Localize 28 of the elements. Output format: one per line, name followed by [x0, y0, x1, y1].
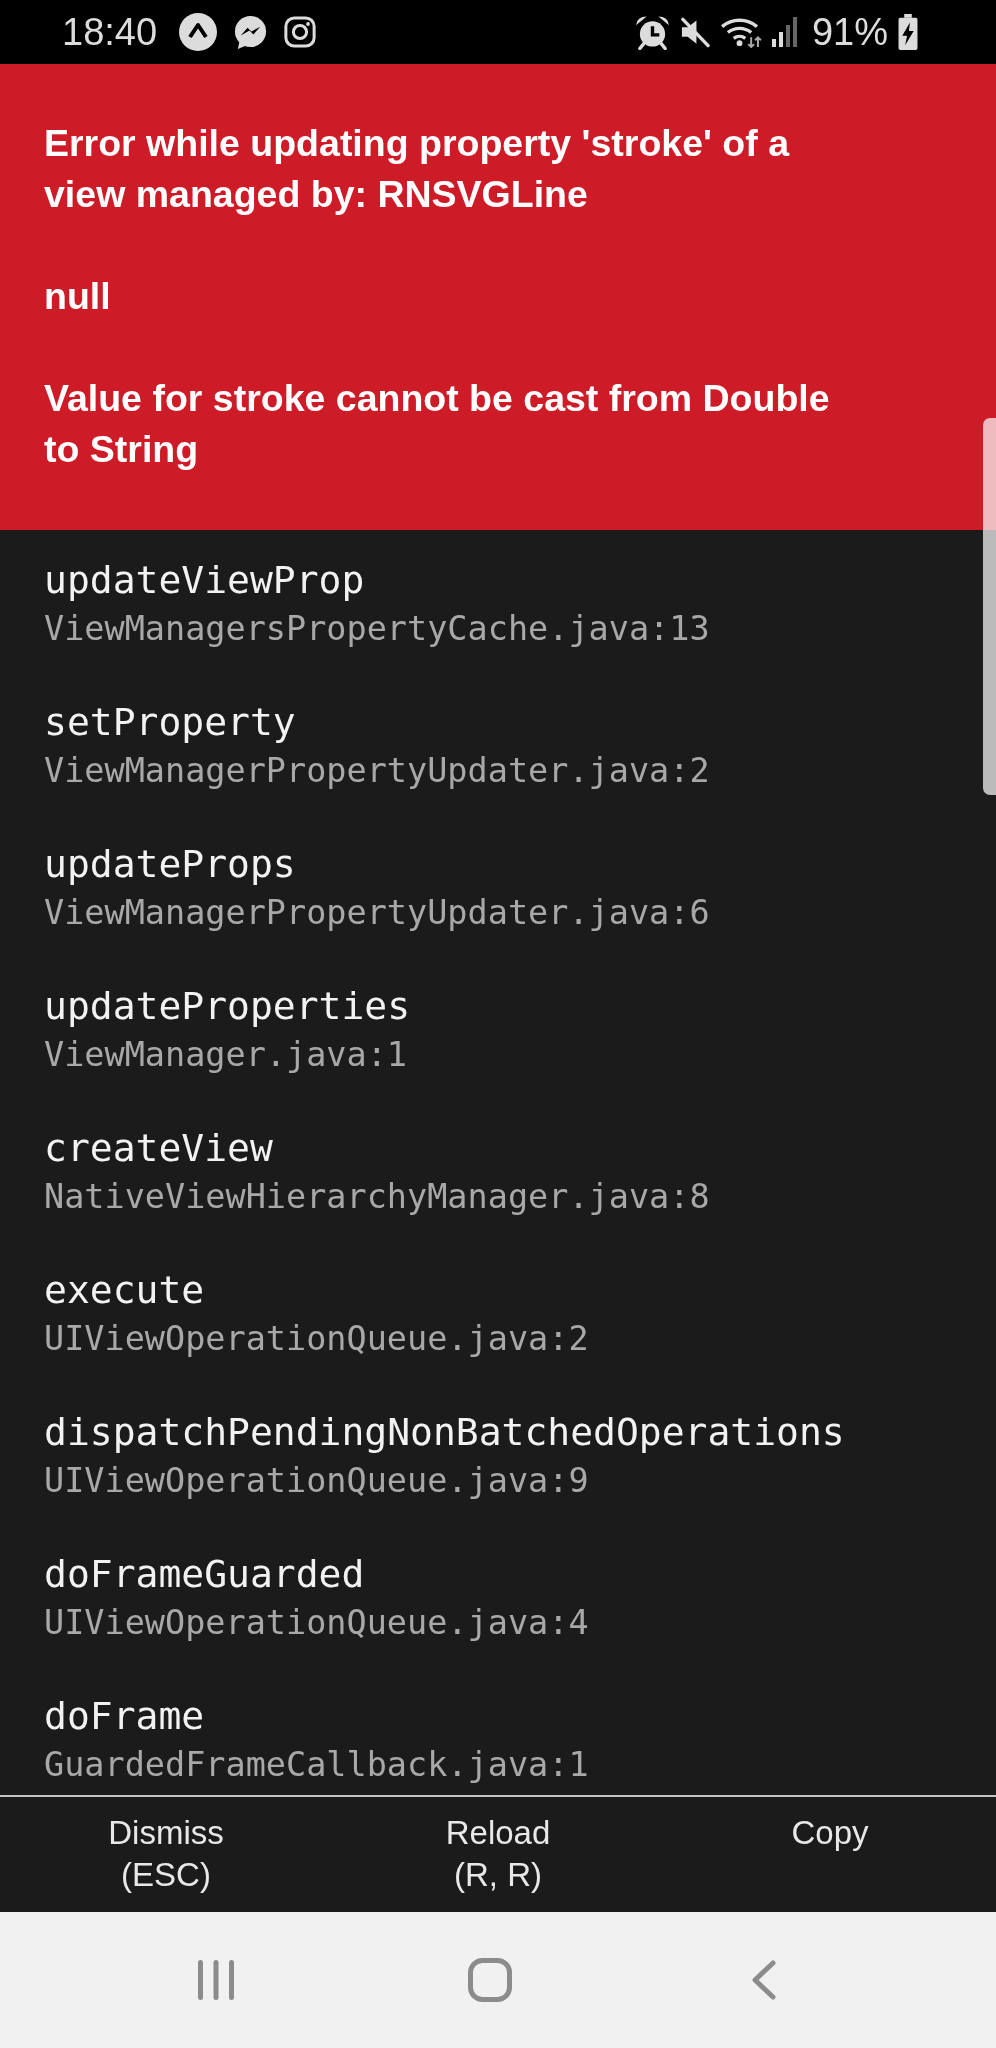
recent-apps-icon[interactable] — [196, 1960, 236, 2000]
camera-icon — [284, 16, 317, 48]
stack-frame[interactable]: execute UIViewOperationQueue.java:2 — [44, 1266, 589, 1364]
stack-frame[interactable]: updateProperties ViewManager.java:1 — [44, 982, 411, 1080]
action-button[interactable]: Dismiss (ESC) — [0, 1797, 332, 1912]
status-time: 18:40 — [62, 10, 158, 54]
battery-percent: 91% — [811, 10, 888, 54]
stack-frame[interactable]: dispatchPendingNonBatchedOperations UIViewOperationQueue.java:9 — [44, 1408, 845, 1506]
stack-frame[interactable]: updateProps ViewManagerPropertyUpdater.java:6 — [44, 840, 710, 938]
signal-icon — [770, 17, 798, 47]
stack-frame[interactable]: doFrame GuardedFrameCallback.java:1 — [44, 1692, 589, 1790]
stack-frame[interactable]: setProperty ViewManagerPropertyUpdater.java:2 — [44, 698, 710, 796]
stack-frame[interactable]: doFrameGuarded UIViewOperationQueue.java:4 — [44, 1550, 589, 1648]
wifi-icon — [718, 16, 762, 48]
error-message: null — [44, 274, 112, 319]
battery-icon — [897, 14, 919, 50]
chat-bubble-icon — [233, 14, 269, 50]
stack-frame[interactable]: updateViewProp ViewManagersPropertyCache.java:13 — [44, 556, 710, 654]
alarm-clock-icon — [634, 14, 670, 50]
muted-speaker-icon — [678, 16, 710, 48]
error-message: Value for stroke cannot be cast from Double to String — [44, 376, 831, 472]
back-icon[interactable] — [751, 1960, 777, 2000]
error-message: Error while updating property 'stroke' of a view managed by: RNSVGLine — [44, 121, 791, 217]
home-icon[interactable] — [468, 1958, 512, 2002]
action-button[interactable]: Reload (R, R) — [332, 1797, 664, 1912]
stack-frame[interactable]: createView NativeViewHierarchyManager.java:8 — [44, 1124, 710, 1222]
action-button[interactable]: Copy — [664, 1797, 996, 1912]
chevron-circle-icon — [179, 13, 218, 51]
